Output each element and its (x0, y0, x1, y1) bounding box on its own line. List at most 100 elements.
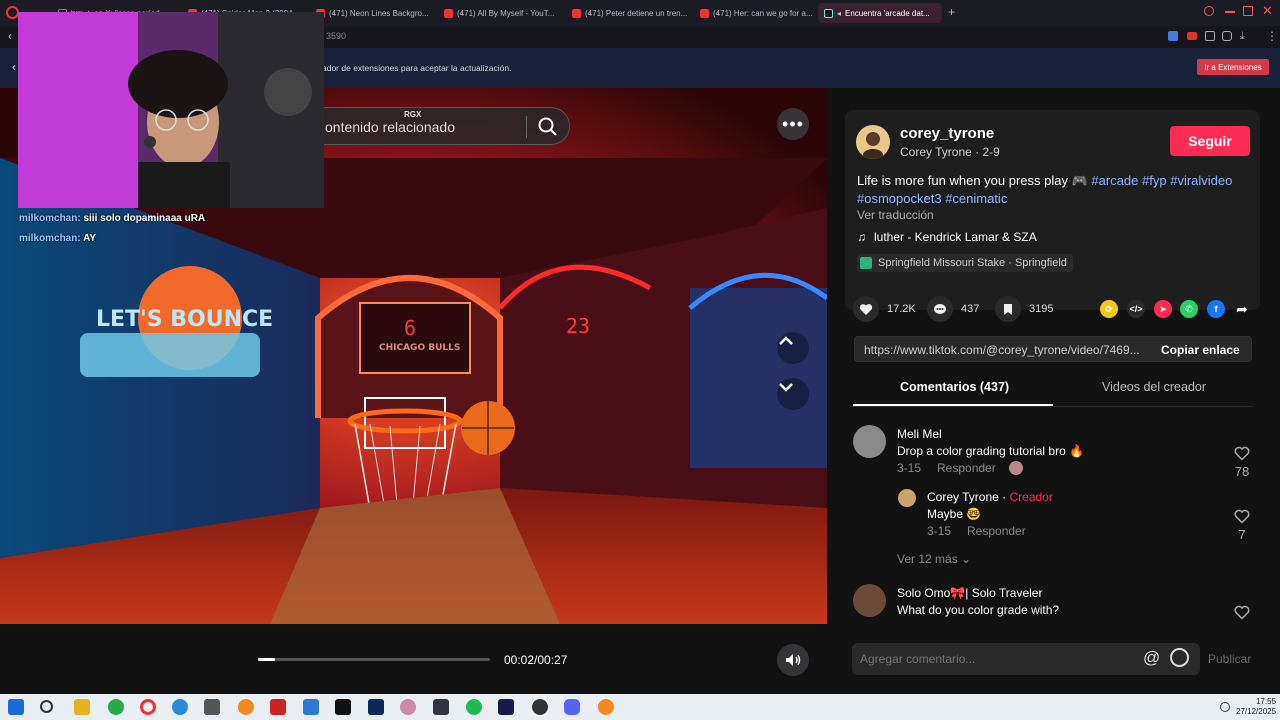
whatsapp-icon[interactable]: ✆ (1180, 300, 1198, 318)
app-icon[interactable] (400, 699, 416, 715)
creator-avatar[interactable] (856, 125, 890, 159)
app-icon[interactable] (204, 699, 220, 715)
share-link-box: https://www.tiktok.com/@corey_tyrone/vid… (854, 336, 1252, 362)
search-icon[interactable] (40, 700, 53, 713)
back-icon[interactable]: ‹ (8, 29, 12, 43)
send-icon[interactable]: ➤ (1154, 300, 1172, 318)
tab-4[interactable]: (471) Peter detiene un tren... (566, 3, 694, 23)
system-clock[interactable]: 17:55 27/12/2025 (1236, 697, 1276, 717)
chrome-icon[interactable] (108, 699, 124, 715)
reply-button[interactable]: Responder (937, 461, 996, 475)
discord-icon[interactable] (564, 699, 580, 715)
url-text: 3590 (326, 31, 347, 41)
extension-icon[interactable] (1187, 32, 1197, 40)
hashtag-link[interactable]: #fyp (1142, 173, 1167, 188)
close-icon[interactable]: ✕ (1262, 3, 1273, 19)
davinci-icon[interactable] (433, 699, 449, 715)
commenter-avatar[interactable] (853, 425, 886, 458)
view-more-replies[interactable]: Ver 12 más ⌄ (897, 552, 971, 566)
new-tab-button[interactable]: + (948, 5, 955, 19)
commenter-name[interactable]: Meli Mel (897, 427, 942, 441)
more-options-button[interactable]: ••• (777, 108, 809, 140)
related-content-search[interactable]: ontenido relacionado (300, 107, 570, 145)
search-icon[interactable] (1204, 6, 1214, 16)
vegas-icon[interactable] (368, 699, 384, 715)
chat-text: AY (83, 233, 97, 244)
volume-button[interactable] (777, 644, 809, 676)
share-url[interactable]: https://www.tiktok.com/@corey_tyrone/vid… (864, 343, 1144, 357)
translate-icon[interactable] (1168, 31, 1178, 41)
comment-like-icon[interactable] (1234, 446, 1250, 461)
tab-2[interactable]: (471) Neon Lines Backgro... (310, 3, 438, 23)
tab-6-active[interactable]: ◂ Encuentra 'arcade dat... (818, 3, 942, 23)
wallet-icon[interactable] (1222, 31, 1232, 41)
windows-start-icon[interactable] (8, 699, 24, 715)
mention-icon[interactable]: @ (1143, 648, 1160, 668)
music-note-icon: ♫ (857, 230, 866, 244)
after-effects-icon[interactable] (498, 699, 514, 715)
repost-icon[interactable]: ⟳ (1100, 300, 1118, 318)
app-icon[interactable] (238, 699, 254, 715)
score-right: 23 (566, 314, 590, 338)
hashtag-link[interactable]: #arcade (1091, 173, 1138, 188)
photos-icon[interactable] (303, 699, 319, 715)
facebook-icon[interactable]: f (1207, 300, 1225, 318)
follow-button[interactable]: Seguir (1170, 126, 1250, 156)
download-icon[interactable]: ⤓ (1240, 30, 1245, 43)
like-stat[interactable]: 17.2K (853, 296, 916, 322)
emoji-icon[interactable] (1170, 648, 1189, 667)
chat-username: milkomchan: (19, 213, 81, 224)
comment-like-icon[interactable] (1234, 605, 1250, 620)
file-explorer-icon[interactable] (74, 699, 90, 715)
tab-3[interactable]: (471) All By Myself - YouT... (438, 3, 566, 23)
reply-button[interactable]: Responder (967, 524, 1026, 538)
speaker-icon: ◂ (837, 8, 842, 18)
music-link[interactable]: ♫ luther - Kendrick Lamar & SZA (857, 230, 1037, 244)
comment-input[interactable] (860, 649, 1140, 669)
next-video-button[interactable] (777, 378, 809, 410)
spotify-icon[interactable] (466, 699, 482, 715)
go-to-extensions-button[interactable]: Ir a Extensiones (1197, 59, 1269, 75)
embed-icon[interactable]: </> (1127, 300, 1145, 318)
comment-stat[interactable]: 437 (927, 296, 979, 322)
minimize-icon[interactable] (1225, 11, 1235, 13)
notice-text: ador de extensiones para aceptar la actu… (322, 63, 512, 73)
progress-bar[interactable] (258, 658, 490, 661)
see-translation-link[interactable]: Ver traducción (857, 208, 934, 222)
reply-author[interactable]: Corey Tyrone · Creador (927, 490, 1053, 504)
reply-like-icon[interactable] (1234, 509, 1250, 524)
creator-reply-avatar[interactable] (898, 489, 916, 507)
hashtag-link[interactable]: #osmopocket3 (857, 191, 942, 206)
opera-icon[interactable] (140, 699, 156, 715)
hashtag-link[interactable]: #viralvideo (1170, 173, 1232, 188)
publish-button[interactable]: Publicar (1208, 652, 1251, 666)
puzzle-icon[interactable] (1205, 31, 1215, 41)
chevron-left-icon[interactable]: ‹ (12, 60, 16, 74)
view-more-label: Ver 12 más (897, 552, 958, 566)
commenter-name[interactable]: Solo Omo🎀| Solo Traveler (897, 586, 1042, 600)
tab-comments[interactable]: Comentarios (437) (900, 380, 1009, 394)
commenter-avatar[interactable] (853, 584, 886, 617)
voicemeeter-icon[interactable] (270, 699, 286, 715)
tab-creator-videos[interactable]: Videos del creador (1102, 380, 1206, 394)
previous-video-button[interactable] (777, 332, 809, 364)
tab-label: (471) Neon Lines Backgro... (329, 8, 429, 18)
app-icon[interactable] (598, 699, 614, 715)
post-description: Life is more fun when you press play 🎮 #… (857, 172, 1247, 208)
network-icon[interactable] (1220, 702, 1230, 712)
tab-5[interactable]: (471) Her: can we go for a... (694, 3, 816, 23)
edge-icon[interactable] (172, 699, 188, 715)
save-stat[interactable]: 3195 (995, 296, 1053, 322)
search-icon[interactable] (537, 116, 559, 138)
creator-username[interactable]: corey_tyrone (900, 125, 994, 142)
location-tag[interactable]: Springfield Missouri Stake · Springfield (857, 254, 1073, 272)
obs-icon[interactable] (532, 699, 548, 715)
youtube-icon (444, 8, 453, 18)
bookmark-icon (995, 296, 1021, 322)
maximize-icon[interactable] (1243, 6, 1253, 16)
pycharm-icon[interactable] (335, 699, 351, 715)
menu-icon[interactable]: ⋮ (1266, 29, 1278, 43)
hashtag-link[interactable]: #cenimatic (945, 191, 1007, 206)
share-icon[interactable]: ➦ (1233, 300, 1251, 318)
copy-link-button[interactable]: Copiar enlace (1161, 343, 1240, 357)
